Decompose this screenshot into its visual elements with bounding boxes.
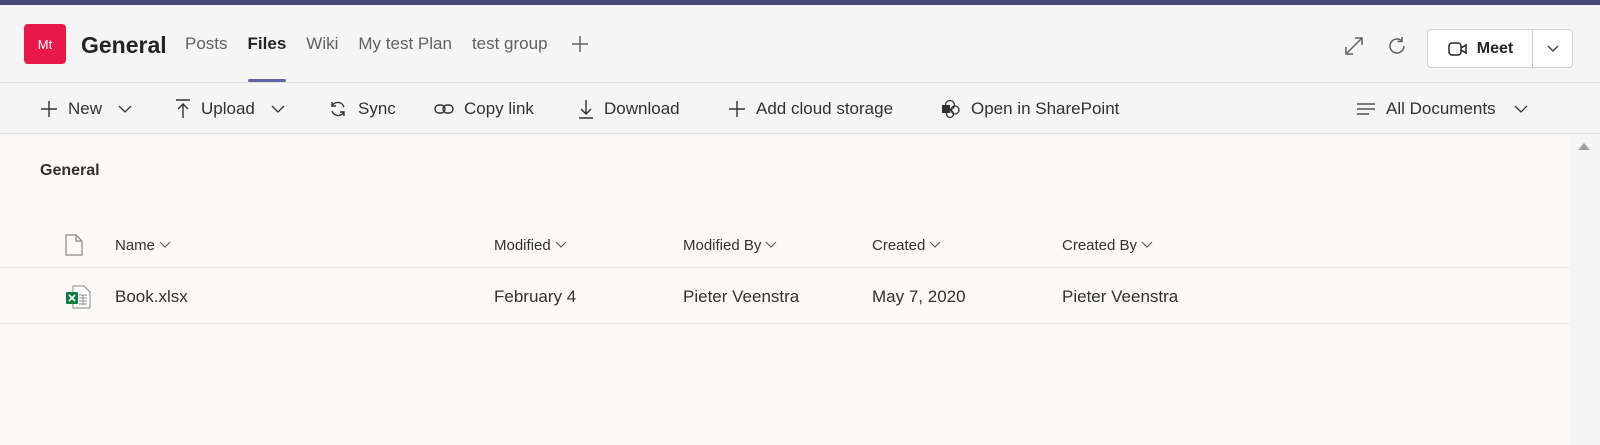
expand-icon[interactable] bbox=[1341, 33, 1367, 59]
chevron-down-icon bbox=[929, 241, 941, 248]
chevron-down-icon bbox=[1141, 241, 1153, 248]
add-cloud-storage-label: Add cloud storage bbox=[756, 99, 894, 118]
scroll-up-arrow-icon[interactable] bbox=[1578, 143, 1590, 150]
file-modified: February 4 bbox=[494, 286, 577, 306]
file-created-by[interactable]: Pieter Veenstra bbox=[1062, 269, 1178, 324]
sync-label: Sync bbox=[358, 99, 396, 118]
new-label: New bbox=[68, 99, 103, 118]
tab-files[interactable]: Files bbox=[247, 5, 286, 83]
modified-by-column-label: Modified By bbox=[683, 236, 762, 254]
tab-test-group[interactable]: test group bbox=[472, 5, 548, 83]
chevron-down-icon bbox=[118, 105, 132, 113]
meet-label: Meet bbox=[1476, 39, 1514, 57]
tab-posts[interactable]: Posts bbox=[185, 5, 228, 83]
file-name[interactable]: Book.xlsx bbox=[115, 269, 188, 324]
link-icon bbox=[434, 104, 454, 114]
team-avatar[interactable]: Mt bbox=[24, 24, 66, 64]
new-button[interactable]: New bbox=[40, 84, 132, 134]
vertical-scrollbar[interactable] bbox=[1570, 135, 1600, 445]
list-column-headers: Name Modified Modified By Created Create… bbox=[0, 222, 1570, 268]
file-modified-by[interactable]: Pieter Veenstra bbox=[683, 269, 799, 324]
upload-icon bbox=[176, 99, 190, 118]
download-button[interactable]: Download bbox=[578, 84, 680, 134]
document-icon bbox=[65, 234, 83, 256]
chevron-down-icon bbox=[1514, 105, 1528, 113]
upload-button[interactable]: Upload bbox=[175, 84, 285, 134]
name-column-label: Name bbox=[115, 236, 156, 254]
created-column-label: Created bbox=[872, 236, 926, 254]
document-library: General Name Modified Modified By Create… bbox=[0, 135, 1570, 445]
file-created: May 7, 2020 bbox=[872, 286, 966, 306]
video-camera-icon bbox=[1448, 41, 1467, 56]
channel-tabs: Posts Files Wiki My test Plan test group bbox=[185, 5, 590, 83]
list-view-icon bbox=[1357, 103, 1375, 115]
created-by-column-label: Created By bbox=[1062, 236, 1138, 254]
chevron-down-icon bbox=[765, 241, 777, 248]
download-label: Download bbox=[604, 99, 680, 118]
open-in-sharepoint-button[interactable]: Open in SharePoint bbox=[941, 84, 1119, 134]
files-command-bar: New Upload Sync Copy link Download Add c… bbox=[0, 84, 1600, 134]
add-cloud-storage-button[interactable]: Add cloud storage bbox=[728, 84, 893, 134]
file-type-column-header[interactable] bbox=[65, 222, 83, 268]
modified-by-column-header[interactable]: Modified By bbox=[683, 222, 777, 268]
tab-my-test-plan[interactable]: My test Plan bbox=[358, 5, 452, 83]
modified-column-header[interactable]: Modified bbox=[494, 222, 567, 268]
channel-header: Mt General Posts Files Wiki My test Plan… bbox=[0, 5, 1600, 83]
excel-file-icon bbox=[65, 269, 91, 324]
table-row[interactable]: Book.xlsx February 4 Pieter Veenstra May… bbox=[0, 269, 1570, 324]
created-column-header[interactable]: Created bbox=[872, 222, 941, 268]
tab-wiki[interactable]: Wiki bbox=[306, 5, 338, 83]
refresh-icon[interactable] bbox=[1384, 33, 1410, 59]
chevron-down-icon[interactable] bbox=[1533, 30, 1572, 67]
plus-icon bbox=[729, 101, 745, 117]
name-column-header[interactable]: Name bbox=[115, 222, 171, 268]
chevron-down-icon bbox=[555, 241, 567, 248]
download-icon bbox=[579, 100, 593, 119]
copy-link-button[interactable]: Copy link bbox=[434, 84, 534, 134]
chevron-down-icon bbox=[159, 241, 171, 248]
chevron-down-icon bbox=[271, 105, 285, 113]
plus-icon bbox=[41, 101, 57, 117]
sync-icon bbox=[331, 101, 345, 117]
modified-column-label: Modified bbox=[494, 236, 551, 254]
plus-icon[interactable] bbox=[570, 5, 590, 83]
channel-title: General bbox=[81, 32, 167, 58]
view-label: All Documents bbox=[1386, 99, 1496, 118]
sharepoint-icon bbox=[942, 99, 960, 119]
upload-label: Upload bbox=[201, 99, 255, 118]
view-selector[interactable]: All Documents bbox=[1356, 84, 1528, 134]
library-title: General bbox=[40, 162, 100, 179]
meet-split-button: Meet bbox=[1427, 29, 1573, 68]
sync-button[interactable]: Sync bbox=[328, 84, 396, 134]
created-by-column-header[interactable]: Created By bbox=[1062, 222, 1153, 268]
copy-link-label: Copy link bbox=[464, 99, 534, 118]
team-avatar-initials: Mt bbox=[37, 36, 53, 52]
open-in-sharepoint-label: Open in SharePoint bbox=[971, 99, 1120, 118]
meet-button[interactable]: Meet bbox=[1428, 30, 1533, 67]
